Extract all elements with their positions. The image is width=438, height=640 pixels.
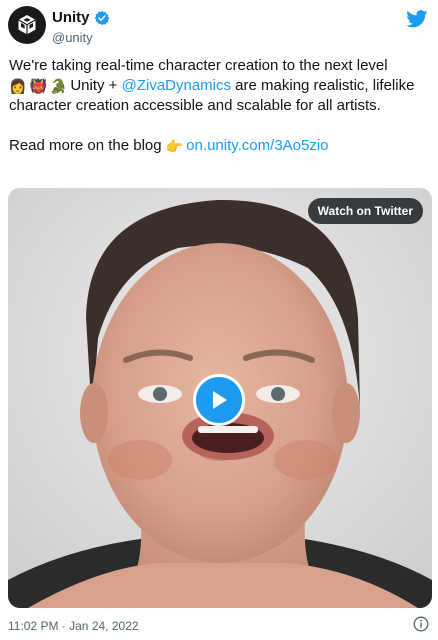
tweet-card: Unity @unity We're taking real-time char…: [0, 0, 438, 640]
mention-link[interactable]: @ZivaDynamics: [122, 77, 231, 94]
tweet-line-2: 👩 👹 🐊 Unity + @ZivaDynamics are making real…: [9, 76, 429, 116]
play-button[interactable]: [193, 374, 245, 426]
play-icon: [213, 391, 227, 409]
pointing-emoji: 👉: [165, 138, 184, 154]
video-player[interactable]: Watch on Twitter: [8, 188, 432, 608]
crocodile-emoji: 🐊: [49, 78, 68, 94]
info-icon[interactable]: [413, 616, 429, 632]
author-info: Unity @unity: [52, 9, 110, 47]
read-more-text: Read more on the blog: [9, 137, 166, 154]
tweet-text: We're taking real-time character creatio…: [9, 56, 429, 156]
woman-emoji: 👩: [9, 78, 27, 94]
tweet-line-1: We're taking real-time character creatio…: [9, 57, 388, 74]
avatar[interactable]: [8, 6, 46, 44]
ogre-emoji: 👹: [29, 78, 47, 94]
unity-logo-icon: [18, 15, 36, 34]
twitter-bird-icon[interactable]: [406, 10, 428, 28]
watch-on-twitter-button[interactable]: Watch on Twitter: [307, 198, 423, 224]
mention-prefix: Unity +: [70, 77, 122, 94]
account-handle[interactable]: @unity: [52, 29, 110, 47]
tweet-timestamp[interactable]: 11:02 PM · Jan 24, 2022: [8, 618, 139, 634]
blog-link[interactable]: on.unity.com/3Ao5zio: [186, 137, 328, 154]
read-more-line: Read more on the blog 👉 on.unity.com/3Ao5…: [9, 136, 429, 156]
account-name[interactable]: Unity: [52, 9, 90, 27]
verified-badge-icon: [94, 11, 109, 25]
